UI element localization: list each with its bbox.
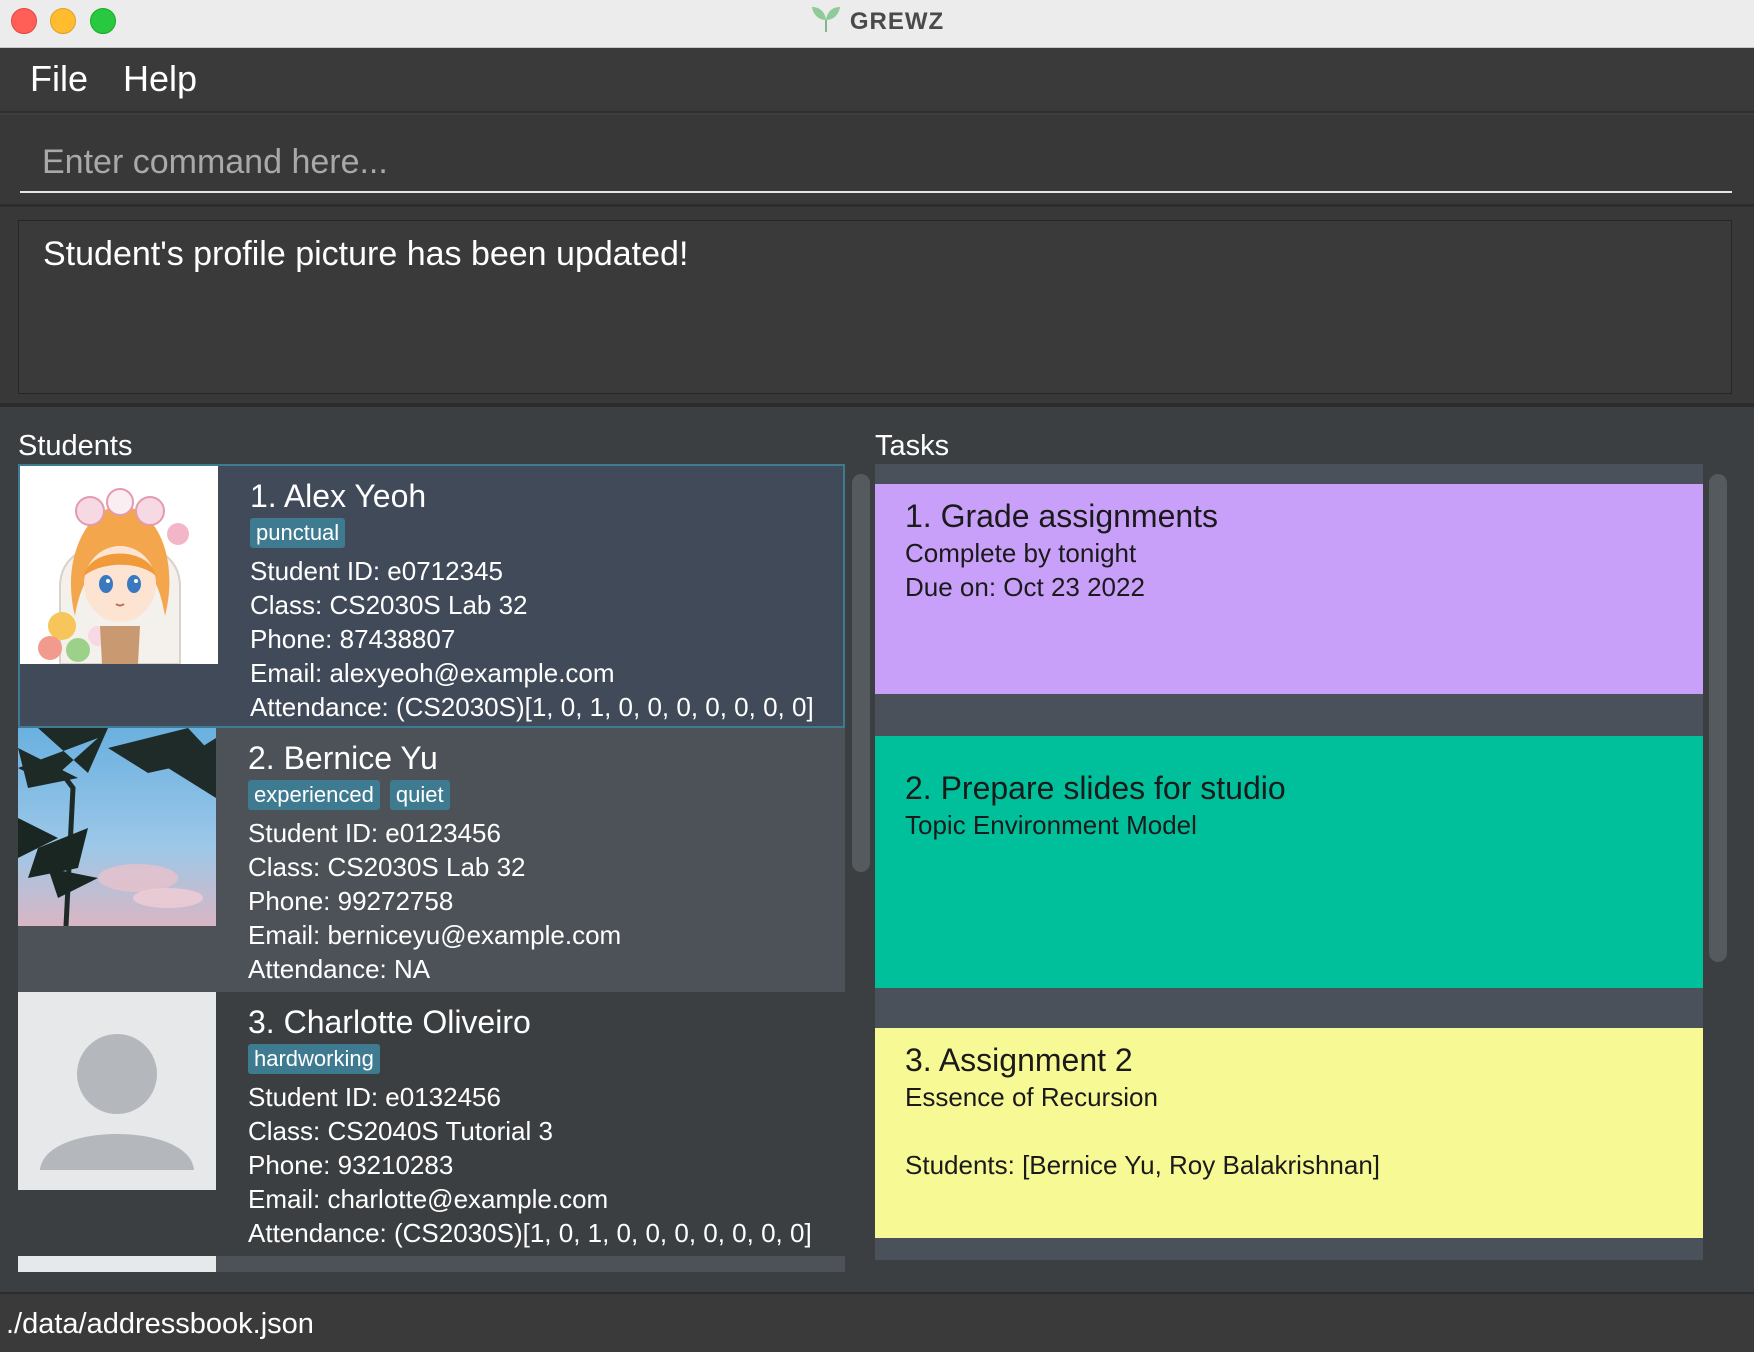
students-panel-label: Students [18, 430, 133, 462]
student-tag: experienced [248, 780, 380, 810]
anime-girl-picture [20, 466, 218, 664]
tasks-panel-label: Tasks [875, 430, 950, 462]
student-card-partial[interactable] [18, 1256, 845, 1272]
status-bar: ./data/addressbook.json [0, 1292, 1754, 1352]
palm-tree-sky-picture [18, 728, 216, 926]
student-tags: hardworking [248, 1044, 812, 1078]
student-name: 2. Bernice Yu [248, 740, 438, 776]
task-description: Complete by tonight [905, 538, 1137, 568]
result-display-area: Student's profile picture has been updat… [0, 207, 1754, 407]
task-card[interactable]: 3. Assignment 2 Essence of Recursion Stu… [875, 1028, 1703, 1238]
tasks-scrollbar[interactable] [1709, 474, 1727, 962]
leaf-icon [810, 6, 842, 39]
student-attendance: Attendance: (CS2030S)[1, 0, 1, 0, 0, 0, … [250, 692, 814, 722]
student-name: 1. Alex Yeoh [250, 478, 427, 514]
student-class: Class: CS2030S Lab 32 [250, 590, 528, 620]
student-id: Student ID: e0123456 [248, 818, 501, 848]
task-info: 1. Grade assignments Complete by tonight… [905, 496, 1218, 604]
student-attendance: Attendance: NA [248, 954, 431, 984]
student-email: Email: berniceyu@example.com [248, 920, 622, 950]
task-description: Topic Environment Model [905, 810, 1197, 840]
result-message: Student's profile picture has been updat… [43, 235, 689, 273]
menu-bar: File Help [0, 48, 1754, 113]
student-tags: punctual [250, 518, 814, 552]
student-email: Email: charlotte@example.com [248, 1184, 609, 1214]
student-class: Class: CS2040S Tutorial 3 [248, 1116, 553, 1146]
student-info: 2. Bernice Yu experienced quiet Student I… [248, 738, 621, 986]
student-id: Student ID: e0712345 [250, 556, 503, 586]
default-user-icon [18, 1256, 216, 1272]
menu-help[interactable]: Help [123, 58, 197, 100]
task-list[interactable]: 1. Grade assignments Complete by tonight… [875, 464, 1703, 1272]
task-students: Students: [Bernice Yu, Roy Balakrishnan] [905, 1150, 1381, 1180]
student-tag: quiet [389, 780, 450, 810]
save-file-path: ./data/addressbook.json [6, 1308, 314, 1340]
menu-file[interactable]: File [30, 58, 88, 100]
title-bar: GREWZ [0, 0, 1754, 48]
student-tags: experienced quiet [248, 780, 621, 814]
student-email: Email: alexyeoh@example.com [250, 658, 615, 688]
student-card[interactable]: 3. Charlotte Oliveiro hardworking Studen… [18, 992, 845, 1256]
student-info: 3. Charlotte Oliveiro hardworking Studen… [248, 1002, 812, 1250]
student-attendance: Attendance: (CS2030S)[1, 0, 1, 0, 0, 0, … [248, 1218, 812, 1248]
task-card[interactable]: 2. Prepare slides for studio Topic Envir… [875, 736, 1703, 988]
task-due-date: Due on: Oct 23 2022 [905, 572, 1145, 602]
task-title: 3. Assignment 2 [905, 1042, 1133, 1078]
student-tag: hardworking [248, 1044, 380, 1074]
command-input[interactable] [20, 133, 1732, 193]
student-phone: Phone: 87438807 [250, 624, 456, 654]
students-scrollbar[interactable] [852, 474, 870, 872]
student-phone: Phone: 93210283 [248, 1150, 454, 1180]
window-title: GREWZ [0, 6, 1754, 39]
task-info: 2. Prepare slides for studio Topic Envir… [905, 768, 1286, 842]
task-title: 1. Grade assignments [905, 498, 1219, 534]
student-card[interactable]: 2. Bernice Yu experienced quiet Student I… [18, 728, 845, 992]
student-class: Class: CS2030S Lab 32 [248, 852, 526, 882]
task-info: 3. Assignment 2 Essence of Recursion Stu… [905, 1040, 1380, 1182]
window-title-text: GREWZ [849, 8, 945, 35]
student-name: 3. Charlotte Oliveiro [248, 1004, 531, 1040]
command-box-area [0, 115, 1754, 207]
student-list[interactable]: 1. Alex Yeoh punctual Student ID: e07123… [18, 464, 845, 1272]
default-user-icon [18, 992, 216, 1190]
task-card[interactable]: 1. Grade assignments Complete by tonight… [875, 484, 1703, 694]
task-card-separator [875, 1260, 1703, 1272]
student-phone: Phone: 99272758 [248, 886, 454, 916]
student-id: Student ID: e0132456 [248, 1082, 501, 1112]
student-card[interactable]: 1. Alex Yeoh punctual Student ID: e07123… [18, 464, 845, 728]
task-title: 2. Prepare slides for studio [905, 770, 1286, 806]
student-info: 1. Alex Yeoh punctual Student ID: e07123… [250, 476, 814, 724]
student-tag: punctual [250, 518, 346, 548]
task-description: Essence of Recursion [905, 1082, 1158, 1112]
result-display[interactable]: Student's profile picture has been updat… [18, 220, 1732, 394]
